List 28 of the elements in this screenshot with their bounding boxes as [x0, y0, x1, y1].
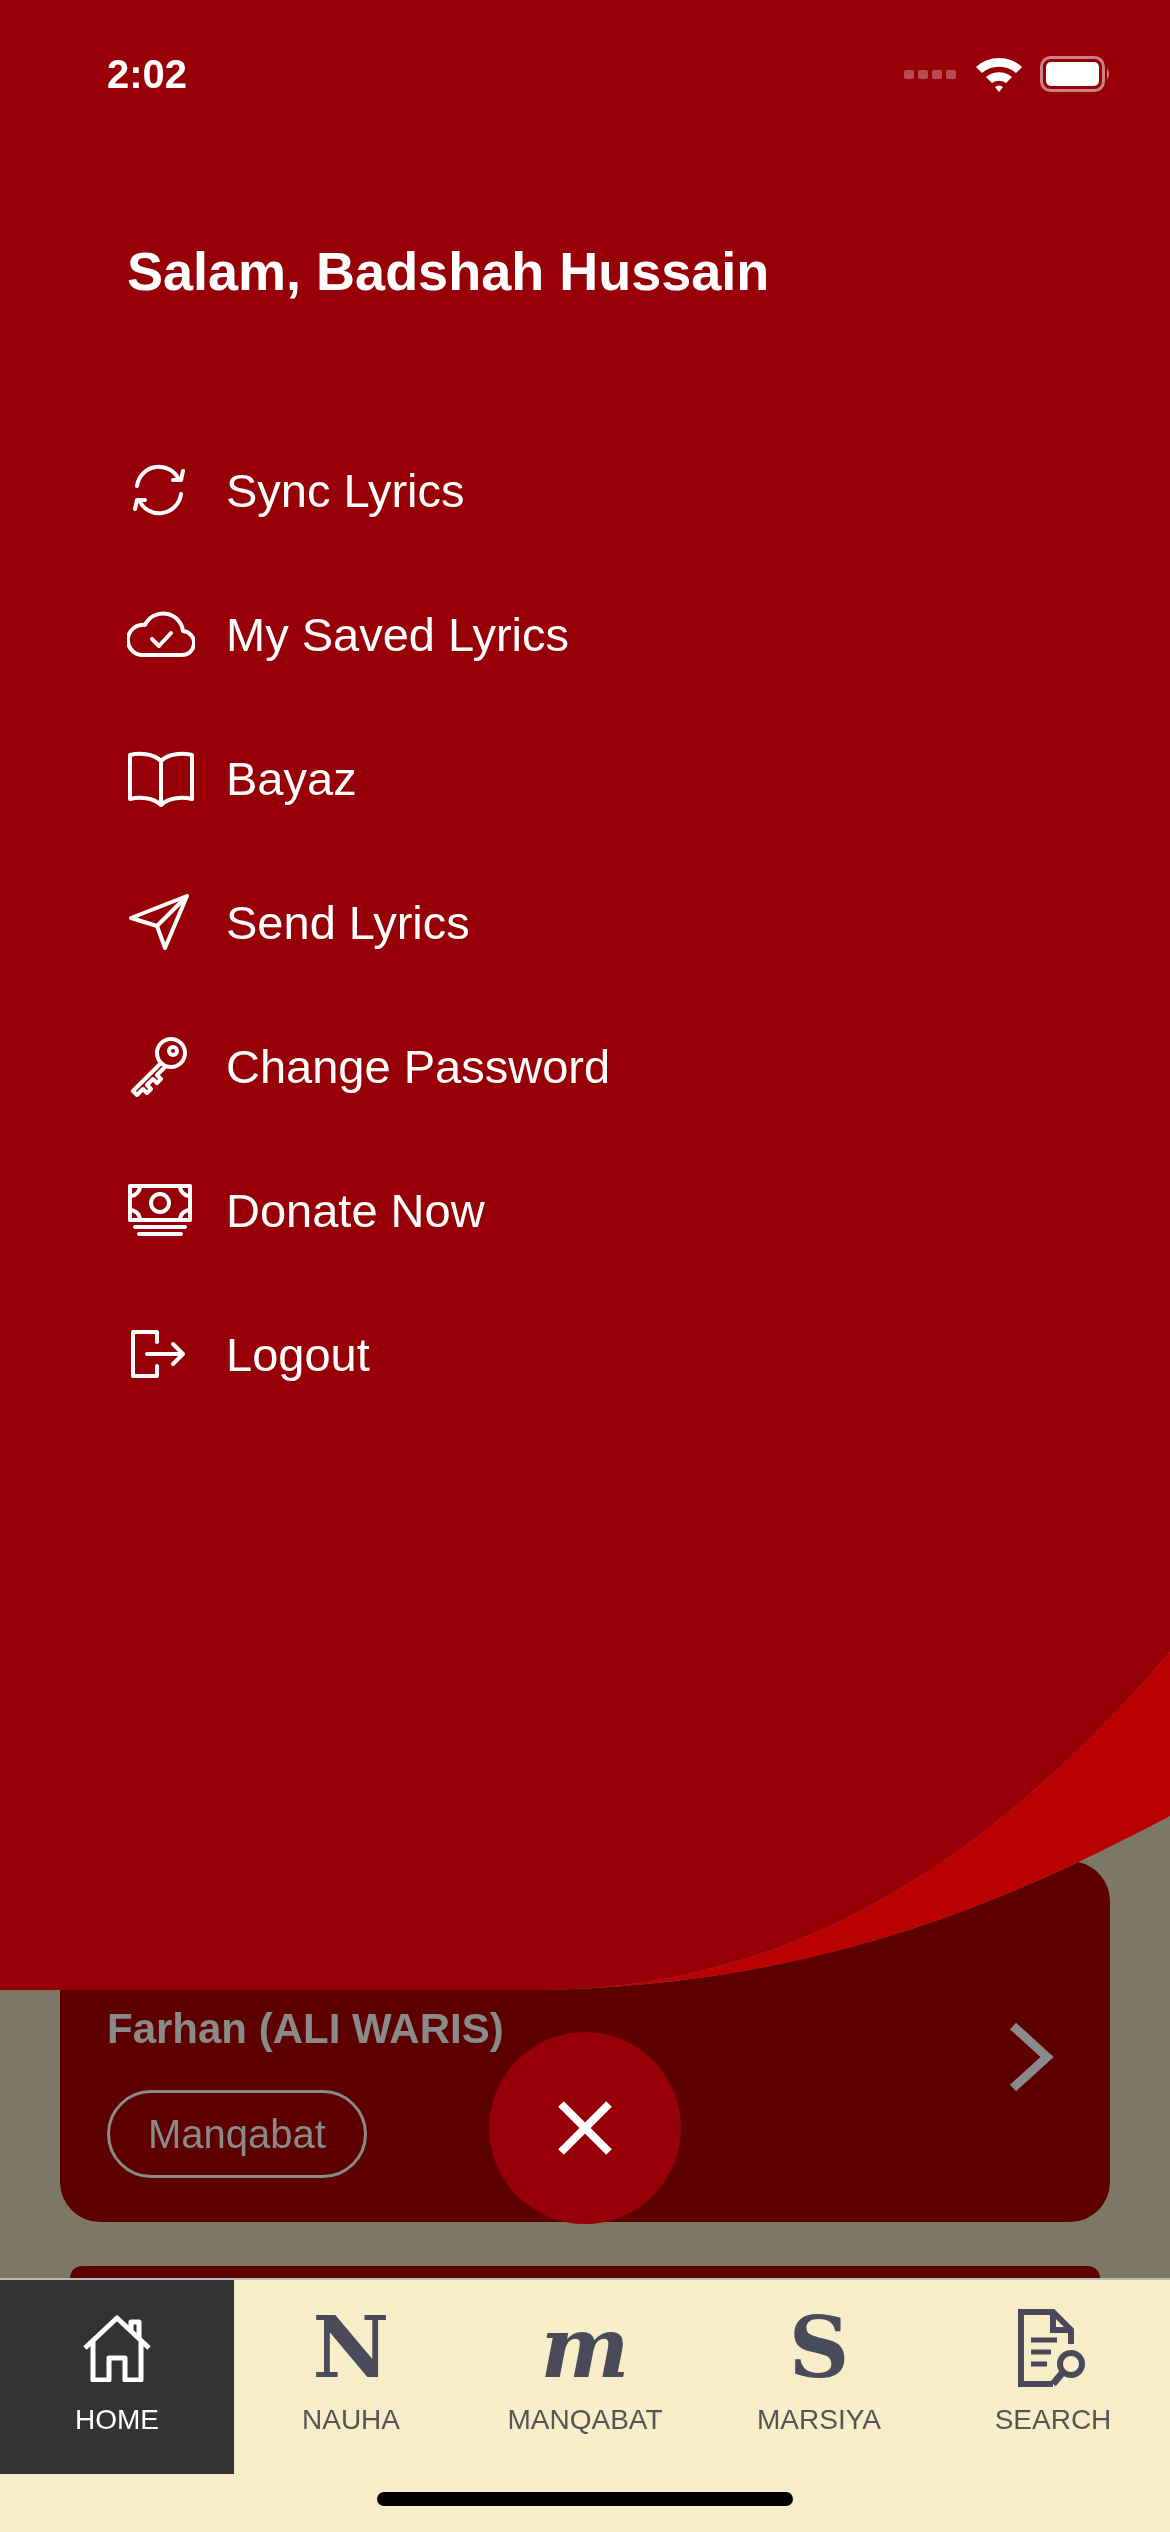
status-time: 2:02: [107, 51, 188, 98]
menu-item[interactable]: Donate Now: [127, 1175, 770, 1245]
song-title: Farhan (ALI WARIS): [107, 2008, 505, 2050]
cloud-check-icon: [127, 609, 195, 659]
category-tag: Manqabat: [107, 2090, 367, 2178]
home-icon: [81, 2314, 153, 2382]
signal-icon: [904, 68, 958, 80]
paper-plane-icon: [127, 892, 191, 952]
battery-icon: [1040, 56, 1112, 92]
wifi-icon: [974, 55, 1024, 93]
tab[interactable]: S MARSIYA: [702, 2280, 936, 2474]
tab-glyph-icon: S: [788, 2306, 850, 2390]
cash-icon: [127, 1182, 193, 1238]
menu-item[interactable]: Send Lyrics: [127, 887, 770, 957]
greeting: Salam, Badshah Hussain: [127, 244, 770, 298]
menu-item[interactable]: Change Password: [127, 1031, 770, 1101]
menu-item[interactable]: Bayaz: [127, 743, 770, 813]
tab[interactable]: SEARCH: [936, 2280, 1170, 2474]
tab-glyph-icon: m: [540, 2306, 630, 2390]
tab[interactable]: m MANQABAT: [468, 2280, 702, 2474]
menu-item[interactable]: Logout: [127, 1319, 770, 1389]
close-icon: [557, 2100, 613, 2156]
menu-item[interactable]: My Saved Lyrics: [127, 599, 770, 669]
tab[interactable]: N NAUHA: [234, 2280, 468, 2474]
book-icon: [127, 749, 195, 807]
menu-item[interactable]: Sync Lyrics: [127, 455, 770, 525]
tab[interactable]: HOME: [0, 2280, 234, 2474]
tab-glyph-icon: N: [312, 2306, 390, 2390]
